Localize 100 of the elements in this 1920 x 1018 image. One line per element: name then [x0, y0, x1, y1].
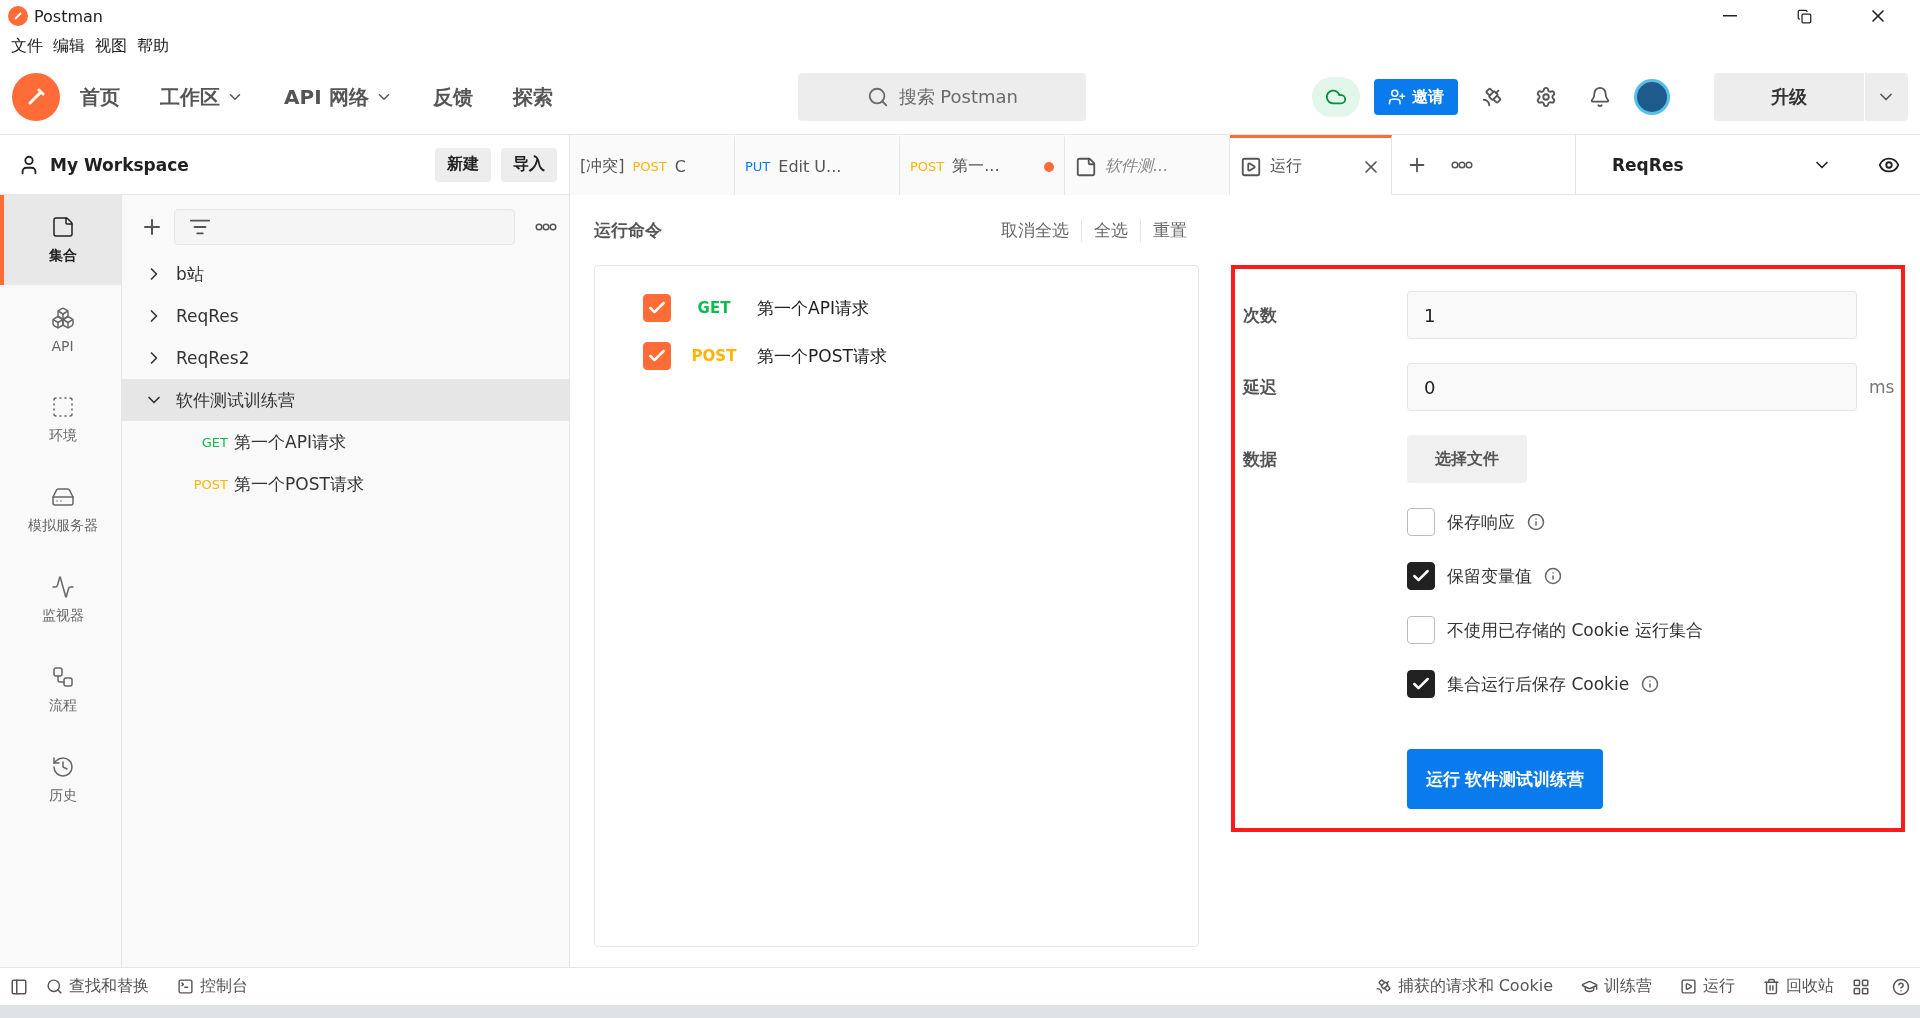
avatar[interactable] — [1634, 79, 1670, 115]
add-user-icon — [1388, 88, 1406, 106]
option-label: 不使用已存储的 Cookie 运行集合 — [1447, 618, 1703, 642]
checkbox[interactable] — [1407, 616, 1435, 644]
status-item[interactable]: 控制台 — [167, 976, 258, 997]
help-icon[interactable] — [1892, 977, 1910, 996]
checkbox[interactable] — [643, 342, 671, 370]
search-icon — [46, 978, 63, 995]
sidebar-item[interactable]: 监视器 — [0, 555, 121, 645]
tab[interactable]: 运行 — [1230, 135, 1392, 195]
collection-icon — [50, 215, 75, 239]
more-icon[interactable] — [535, 223, 557, 231]
collection-name: ReqRes — [176, 306, 239, 326]
checkbox[interactable] — [1407, 508, 1435, 536]
nav-item[interactable]: API 网络 — [264, 83, 413, 111]
menu-item[interactable]: 帮助 — [132, 35, 174, 57]
sidebar-item[interactable]: 流程 — [0, 645, 121, 735]
input-field[interactable]: 1 — [1407, 291, 1857, 339]
method-label: POST — [910, 159, 945, 174]
upgrade-button[interactable]: 升级 — [1714, 73, 1864, 121]
tab[interactable]: PUT Edit U... — [735, 135, 900, 195]
menu-item[interactable]: 视图 — [90, 35, 132, 57]
nav-item[interactable]: 首页 — [60, 83, 140, 111]
tab-title: 运行 — [1270, 156, 1302, 177]
nav-item[interactable]: 探索 — [492, 83, 573, 111]
nav-item[interactable]: 反馈 — [412, 83, 493, 111]
workspace-button[interactable]: 新建 — [435, 147, 491, 182]
trash-icon — [1763, 978, 1780, 995]
method-label: GET — [200, 434, 228, 450]
status-item[interactable]: 运行 — [1670, 976, 1745, 997]
option-label: 保留变量值 — [1447, 564, 1532, 588]
tree-item[interactable]: GET 第一个API请求 — [122, 421, 569, 463]
info-icon[interactable] — [1641, 675, 1660, 693]
info-icon[interactable] — [1544, 567, 1562, 585]
method-label: POST — [192, 476, 228, 492]
nav-item[interactable]: 工作区 — [140, 83, 264, 111]
tab[interactable]: POST 第一... — [900, 135, 1065, 195]
action-link[interactable]: 取消全选 — [989, 218, 1081, 242]
tree-item[interactable]: ReqRes — [122, 295, 569, 337]
checkbox[interactable] — [1407, 562, 1435, 590]
status-item[interactable]: 捕获的请求和 Cookie — [1364, 976, 1563, 997]
graduation-cap-icon — [1581, 978, 1598, 995]
field-label: 延迟 — [1243, 375, 1278, 399]
sidebar-toggle-icon[interactable] — [10, 977, 28, 996]
tab[interactable]: [冲突] POST C — [570, 135, 735, 195]
action-link[interactable]: 全选 — [1081, 218, 1140, 242]
field-label: 数据 — [1243, 447, 1278, 471]
conflict-label: [冲突] — [580, 156, 625, 177]
restore-icon — [1796, 8, 1812, 24]
option-label: 集合运行后保存 Cookie — [1447, 672, 1630, 696]
tree-item[interactable]: 软件测试训练营 — [122, 379, 569, 421]
method-label: POST — [691, 347, 737, 365]
menu-item[interactable]: 文件 — [6, 35, 48, 57]
tab[interactable]: 软件测... — [1065, 135, 1230, 195]
status-item[interactable]: 训练营 — [1571, 976, 1662, 997]
method-label: POST — [632, 159, 667, 174]
filter-field[interactable] — [174, 209, 515, 245]
tree-item[interactable]: ReqRes2 — [122, 337, 569, 379]
play-icon — [1680, 978, 1697, 995]
run-button[interactable]: 运行 软件测试训练营 — [1407, 749, 1603, 809]
settings-icon — [1535, 86, 1557, 108]
play-icon — [1240, 155, 1262, 178]
method-label: GET — [696, 299, 732, 317]
monitor-icon — [50, 575, 75, 599]
request-name: 第一个POST请求 — [757, 344, 887, 368]
sidebar-item[interactable]: API — [0, 285, 121, 375]
cloud-sync-button[interactable] — [1312, 77, 1360, 117]
action-link[interactable]: 重置 — [1140, 218, 1199, 242]
tab-title: 软件测... — [1105, 156, 1169, 177]
choose-file-button[interactable]: 选择文件 — [1407, 435, 1527, 483]
search-field[interactable]: 搜索 Postman — [798, 73, 1087, 121]
tree-item[interactable]: POST 第一个POST请求 — [122, 463, 569, 505]
flow-icon — [50, 665, 75, 689]
menu-item[interactable]: 编辑 — [48, 35, 90, 57]
environment-dropdown[interactable]: ReqRes — [1606, 144, 1838, 185]
invite-button[interactable]: 邀请 — [1374, 79, 1458, 115]
history-icon — [50, 755, 75, 779]
checkbox[interactable] — [1407, 670, 1435, 698]
request-name: 第一个POST请求 — [234, 472, 364, 496]
tab-title: 第一... — [952, 156, 1000, 177]
window-title: Postman — [34, 6, 104, 26]
sidebar-item[interactable]: 集合 — [0, 195, 121, 285]
status-item[interactable]: 查找和替换 — [36, 976, 159, 997]
satellite-icon — [1374, 978, 1392, 995]
collection-name: 软件测试训练营 — [176, 388, 295, 412]
info-icon[interactable] — [1527, 513, 1545, 531]
status-item[interactable]: 回收站 — [1753, 976, 1844, 997]
sidebar-item[interactable]: 环境 — [0, 375, 121, 465]
app-logo-icon[interactable] — [12, 73, 60, 121]
checkbox[interactable] — [643, 294, 671, 322]
more-icon — [1451, 161, 1473, 169]
sidebar-item[interactable]: 历史 — [0, 735, 121, 825]
sidebar-item[interactable]: 模拟服务器 — [0, 465, 121, 555]
workspace-button[interactable]: 导入 — [501, 147, 557, 182]
method-label: PUT — [745, 159, 771, 174]
tree-item[interactable]: b站 — [122, 253, 569, 295]
grid-icon[interactable] — [1852, 977, 1870, 996]
input-field[interactable]: 0 — [1407, 363, 1857, 411]
tab-title: Edit U... — [778, 157, 842, 176]
option-label: 保存响应 — [1447, 510, 1515, 534]
